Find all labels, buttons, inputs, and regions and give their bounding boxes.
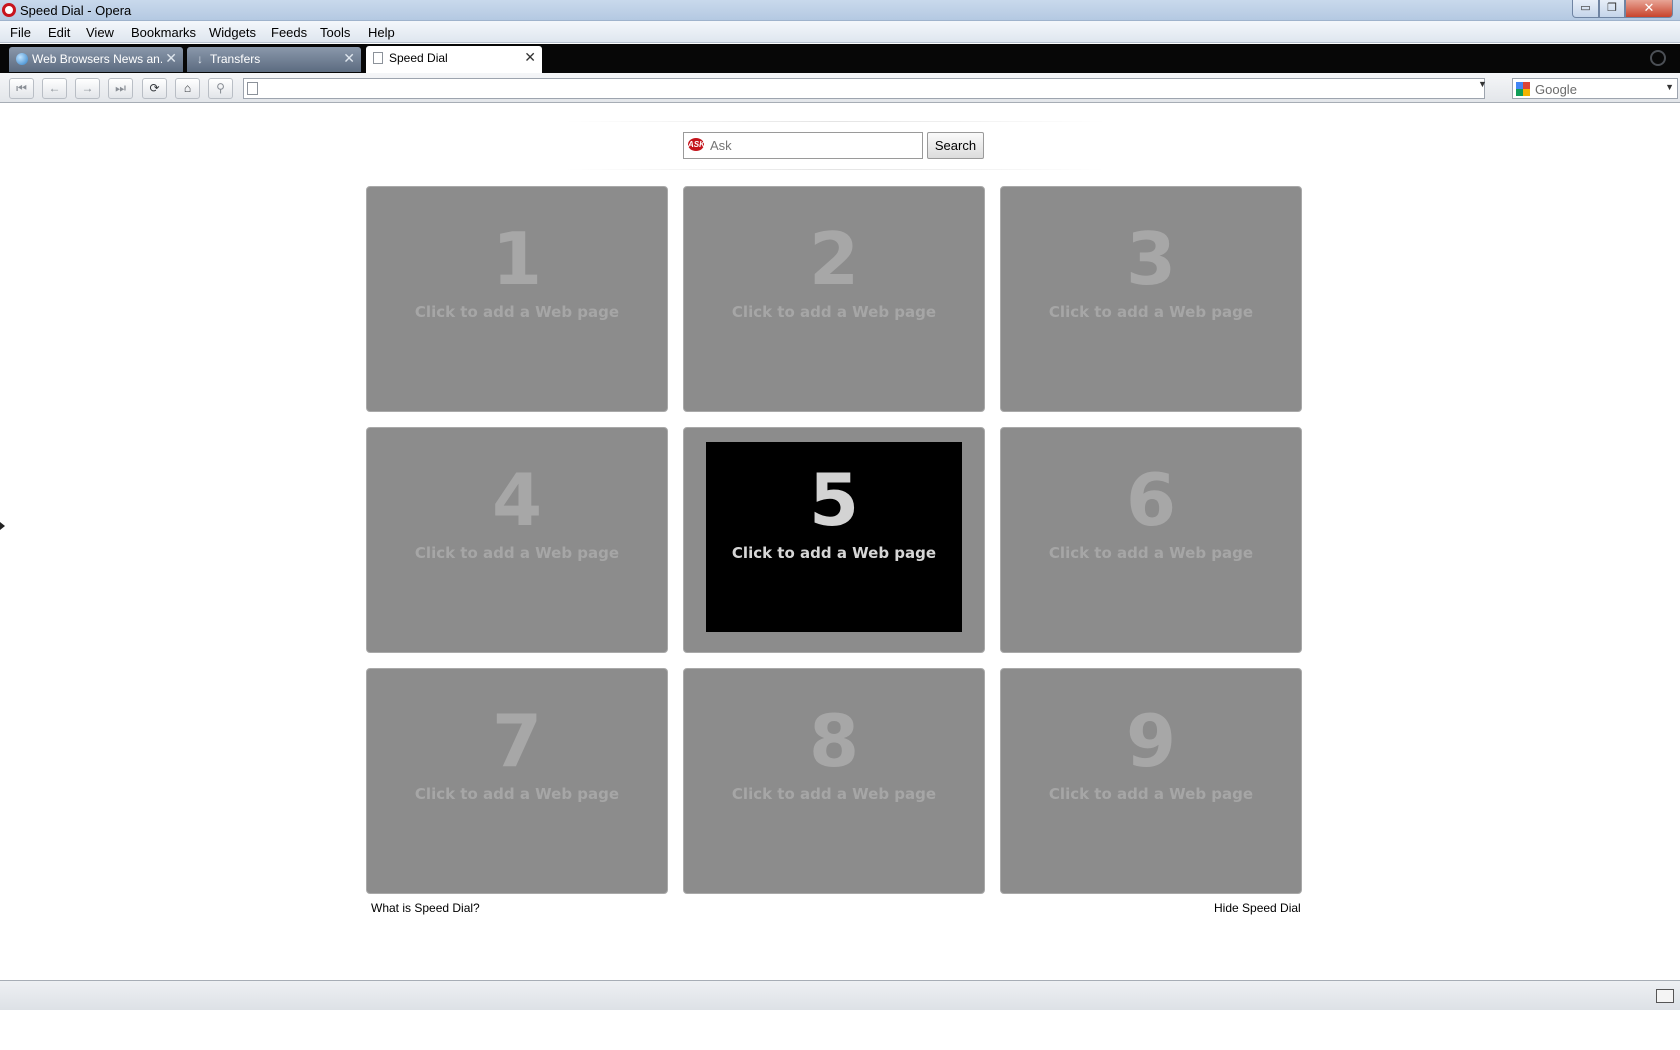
dial-number: 1: [491, 217, 543, 301]
what-is-speed-dial-link[interactable]: What is Speed Dial?: [371, 901, 480, 915]
dial-caption: Click to add a Web page: [731, 785, 937, 803]
dial-number: 3: [1125, 217, 1177, 301]
rewind-button[interactable]: ⏮: [9, 78, 34, 99]
download-icon: ↓: [197, 52, 203, 66]
below-window-area: [0, 1010, 1680, 1050]
ask-logo-icon: ASK: [688, 138, 705, 151]
opera-logo-icon: [2, 3, 16, 17]
menu-view[interactable]: View: [86, 25, 114, 40]
search-engine-dropdown-icon[interactable]: ▼: [1665, 82, 1674, 92]
tab-label: Transfers: [210, 52, 261, 66]
speed-dial-5[interactable]: 5 Click to add a Web page: [683, 427, 985, 653]
panel-toggle-icon[interactable]: [0, 522, 5, 530]
menu-bookmarks[interactable]: Bookmarks: [131, 25, 196, 40]
close-window-button[interactable]: ✕: [1625, 0, 1673, 18]
search-engine-label: Google: [1535, 82, 1577, 97]
page-icon: [247, 82, 258, 95]
menu-feeds[interactable]: Feeds: [271, 25, 307, 40]
fast-forward-button[interactable]: ⏭: [108, 78, 133, 99]
maximize-button[interactable]: ❐: [1599, 0, 1625, 18]
dial-number: 6: [1125, 458, 1177, 542]
forward-button[interactable]: →: [75, 78, 100, 99]
menu-tools[interactable]: Tools: [320, 25, 350, 40]
dial-caption: Click to add a Web page: [414, 785, 620, 803]
menu-file[interactable]: File: [10, 25, 31, 40]
divider: [565, 169, 1105, 170]
dial-caption: Click to add a Web page: [414, 303, 620, 321]
globe-icon: [16, 53, 28, 65]
close-tab-icon[interactable]: ✕: [524, 49, 536, 66]
dial-number: 8: [808, 699, 860, 783]
menu-bar: File Edit View Bookmarks Widgets Feeds T…: [0, 21, 1680, 43]
dial-number: 2: [808, 217, 860, 301]
page-icon: [373, 52, 383, 64]
dial-caption: Click to add a Web page: [414, 544, 620, 562]
speed-dial-9[interactable]: 9 Click to add a Web page: [1000, 668, 1302, 894]
minimize-button[interactable]: ▭: [1572, 0, 1599, 18]
dial-caption: Click to add a Web page: [1048, 785, 1254, 803]
menu-help[interactable]: Help: [368, 25, 395, 40]
divider: [565, 121, 1105, 122]
address-dropdown-icon[interactable]: ▼: [1478, 79, 1487, 89]
close-tab-icon[interactable]: ✕: [165, 50, 177, 67]
tab-label: Speed Dial: [389, 51, 448, 65]
tab-bar: Web Browsers News an... ✕ ↓ Transfers ✕ …: [0, 44, 1680, 73]
speed-dial-3[interactable]: 3 Click to add a Web page: [1000, 186, 1302, 412]
tab-web-browsers-news[interactable]: Web Browsers News an... ✕: [9, 47, 183, 72]
speed-dial-4[interactable]: 4 Click to add a Web page: [366, 427, 668, 653]
speed-dial-7[interactable]: 7 Click to add a Web page: [366, 668, 668, 894]
speed-dial-1[interactable]: 1 Click to add a Web page: [366, 186, 668, 412]
window-title: Speed Dial - Opera: [20, 3, 132, 18]
tab-transfers[interactable]: ↓ Transfers ✕: [187, 47, 361, 72]
dial-caption: Click to add a Web page: [731, 303, 937, 321]
hide-speed-dial-link[interactable]: Hide Speed Dial: [1214, 901, 1301, 915]
speed-dial-6[interactable]: 6 Click to add a Web page: [1000, 427, 1302, 653]
wand-button[interactable]: ⚲: [208, 78, 233, 99]
google-icon: [1516, 82, 1530, 96]
title-bar: Speed Dial - Opera ▭ ❐ ✕: [0, 0, 1680, 21]
speed-dial-8[interactable]: 8 Click to add a Web page: [683, 668, 985, 894]
close-tab-icon[interactable]: ✕: [343, 50, 355, 67]
dial-number: 7: [491, 699, 543, 783]
dial-caption: Click to add a Web page: [1048, 544, 1254, 562]
navigation-toolbar: ⏮ ← → ⏭ ⟳ ⌂ ⚲ ▼ Google ▼: [0, 73, 1680, 103]
dial-number: 4: [491, 458, 543, 542]
ask-search-input[interactable]: [710, 136, 915, 155]
menu-widgets[interactable]: Widgets: [209, 25, 256, 40]
tab-speed-dial[interactable]: Speed Dial ✕: [366, 46, 542, 73]
back-button[interactable]: ←: [42, 78, 67, 99]
home-button[interactable]: ⌂: [175, 78, 200, 99]
search-button[interactable]: Search: [927, 132, 984, 159]
dial-number: 9: [1125, 699, 1177, 783]
dial-number: 5: [808, 458, 860, 542]
panel-toggle-icon[interactable]: [1656, 989, 1674, 1003]
speed-dial-2[interactable]: 2 Click to add a Web page: [683, 186, 985, 412]
address-field[interactable]: [243, 78, 1485, 99]
closed-tabs-icon[interactable]: [1650, 50, 1666, 66]
search-engine-field[interactable]: Google ▼: [1512, 78, 1678, 99]
tab-label: Web Browsers News an...: [32, 52, 162, 66]
menu-edit[interactable]: Edit: [48, 25, 70, 40]
ask-search-field[interactable]: ASK: [683, 132, 923, 159]
status-bar: [0, 980, 1680, 1010]
dial-caption: Click to add a Web page: [731, 544, 937, 562]
dial-caption: Click to add a Web page: [1048, 303, 1254, 321]
reload-button[interactable]: ⟳: [142, 78, 167, 99]
